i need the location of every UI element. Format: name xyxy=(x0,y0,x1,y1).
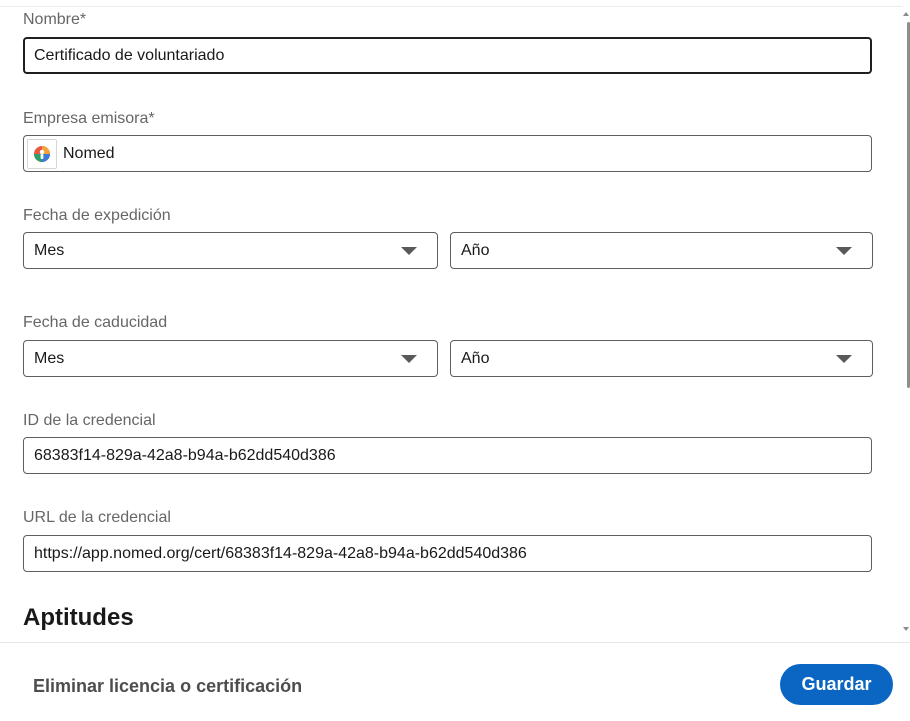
expiration-date-label: Fecha de caducidad xyxy=(23,314,168,331)
credential-url-label: URL de la credencial xyxy=(23,509,171,526)
nomed-logo-icon xyxy=(27,138,57,169)
save-button[interactable]: Guardar xyxy=(780,664,893,705)
skills-section-title: Aptitudes xyxy=(23,604,134,631)
scroll-down-icon[interactable] xyxy=(903,627,909,631)
delete-certification-button[interactable]: Eliminar licencia o certificación xyxy=(33,676,302,697)
credential-url-value: https://app.nomed.org/cert/68383f14-829a… xyxy=(34,544,527,562)
dialog-footer: Eliminar licencia o certificación Guarda… xyxy=(0,642,910,721)
scrollbar[interactable] xyxy=(902,0,910,642)
chevron-down-icon xyxy=(401,354,417,363)
issuer-input-value: Nomed xyxy=(63,144,115,162)
issue-month-select[interactable]: Mes xyxy=(23,232,438,269)
chevron-down-icon xyxy=(836,246,852,255)
credential-url-input[interactable]: https://app.nomed.org/cert/68383f14-829a… xyxy=(23,535,872,572)
name-label: Nombre* xyxy=(23,11,87,28)
credential-id-input[interactable]: 68383f14-829a-42a8-b94a-b62dd540d386 xyxy=(23,437,872,474)
issue-year-select[interactable]: Año xyxy=(450,232,873,269)
expiration-month-value: Mes xyxy=(34,349,65,367)
scroll-up-icon[interactable] xyxy=(903,12,909,16)
chevron-down-icon xyxy=(836,354,852,363)
credential-id-label: ID de la credencial xyxy=(23,412,156,429)
edit-certification-dialog: Nombre* Certificado de voluntariado Empr… xyxy=(0,0,910,721)
name-input-value: Certificado de voluntariado xyxy=(34,46,225,64)
issue-month-value: Mes xyxy=(34,241,65,259)
issuer-label: Empresa emisora* xyxy=(23,110,155,127)
expiration-year-value: Año xyxy=(461,349,490,367)
expiration-month-select[interactable]: Mes xyxy=(23,340,438,377)
top-divider xyxy=(0,6,902,7)
expiration-year-select[interactable]: Año xyxy=(450,340,873,377)
issue-year-value: Año xyxy=(461,241,490,259)
chevron-down-icon xyxy=(401,246,417,255)
credential-id-value: 68383f14-829a-42a8-b94a-b62dd540d386 xyxy=(34,446,336,464)
issue-date-label: Fecha de expedición xyxy=(23,207,171,224)
form-scroll-area[interactable]: Nombre* Certificado de voluntariado Empr… xyxy=(0,0,902,642)
issuer-input[interactable]: Nomed xyxy=(23,135,872,172)
name-input[interactable]: Certificado de voluntariado xyxy=(23,37,872,74)
